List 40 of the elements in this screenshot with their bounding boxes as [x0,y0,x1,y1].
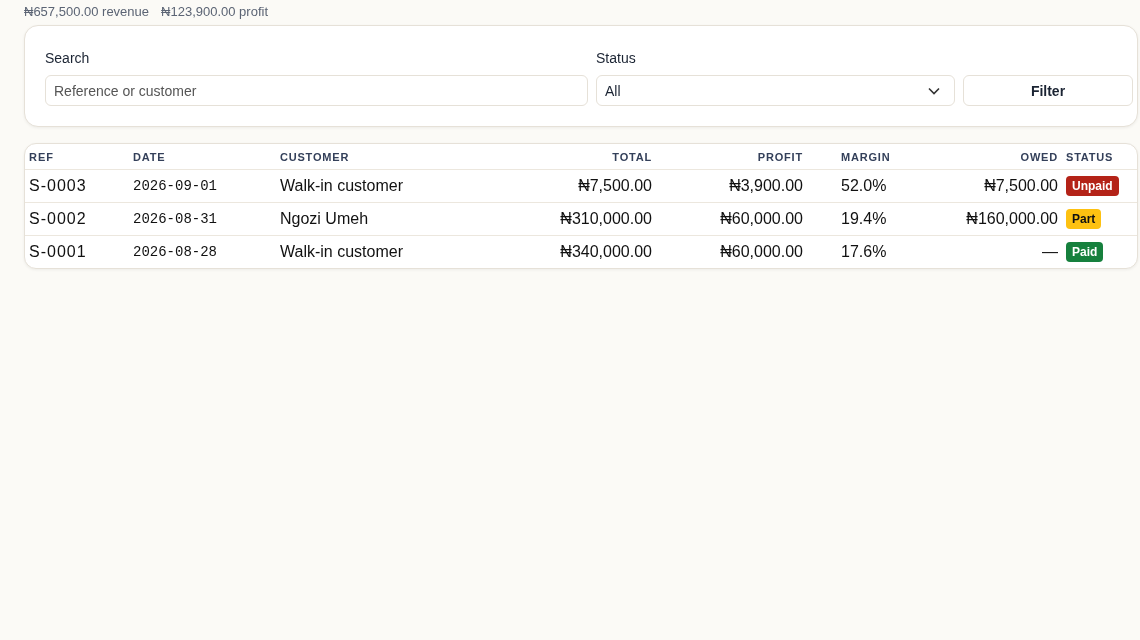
table-cell-text: Walk-in customer [280,177,404,195]
table-cell-text: Walk-in customer [280,243,404,261]
search-field[interactable]: Reference or customer [45,75,588,106]
table-cell-text: ₦60,000.00 [719,210,803,228]
column-header: TOTAL [611,150,652,163]
status-badge: Paid [1066,242,1104,262]
table-cell-text: 52.0% [841,177,888,195]
table-cell-text: 2026-08-28 [133,244,218,260]
column-header: DATE [133,150,167,163]
table-cell-text: 2026-08-31 [133,211,218,227]
revenue-summary: ₦657,500.00 revenue [24,4,150,20]
column-header: PROFIT [756,150,803,163]
column-header: STATUS [1065,150,1114,163]
table-cell-text: ₦7,500.00 [983,177,1058,195]
table-cell-text: S-0003 [28,177,88,195]
table-cell-text: 19.4% [841,210,888,228]
table-cell-text: — [1041,243,1058,261]
table-cell-text: S-0002 [28,210,88,228]
status-label: Status [596,50,637,66]
table-cell-text: ₦160,000.00 [965,210,1058,228]
table-cell-text: ₦310,000.00 [559,210,652,228]
table-cell-text: ₦3,900.00 [728,177,803,195]
filter-button[interactable]: Filter [963,75,1133,106]
column-header: CUSTOMER [280,150,351,163]
search-label: Search [45,50,91,66]
profit-summary: ₦123,900.00 profit [161,4,268,20]
table-cell-text: S-0001 [28,243,88,261]
table-cell-text: ₦340,000.00 [559,243,652,261]
table-cell-text: 2026-09-01 [133,178,218,194]
table-cell-text: Ngozi Umeh [280,210,370,228]
status-badge: Part [1066,209,1102,229]
table-cell-text: ₦60,000.00 [719,243,803,261]
status-dropdown[interactable]: All [596,75,955,106]
status-badge: Unpaid [1066,176,1119,196]
column-header: OWED [1019,150,1058,163]
column-header: REF [28,150,55,163]
column-header: MARGIN [841,150,892,163]
chevron-down-icon [928,86,940,95]
table-cell-text: ₦7,500.00 [577,177,652,195]
table-cell-text: 17.6% [841,243,888,261]
